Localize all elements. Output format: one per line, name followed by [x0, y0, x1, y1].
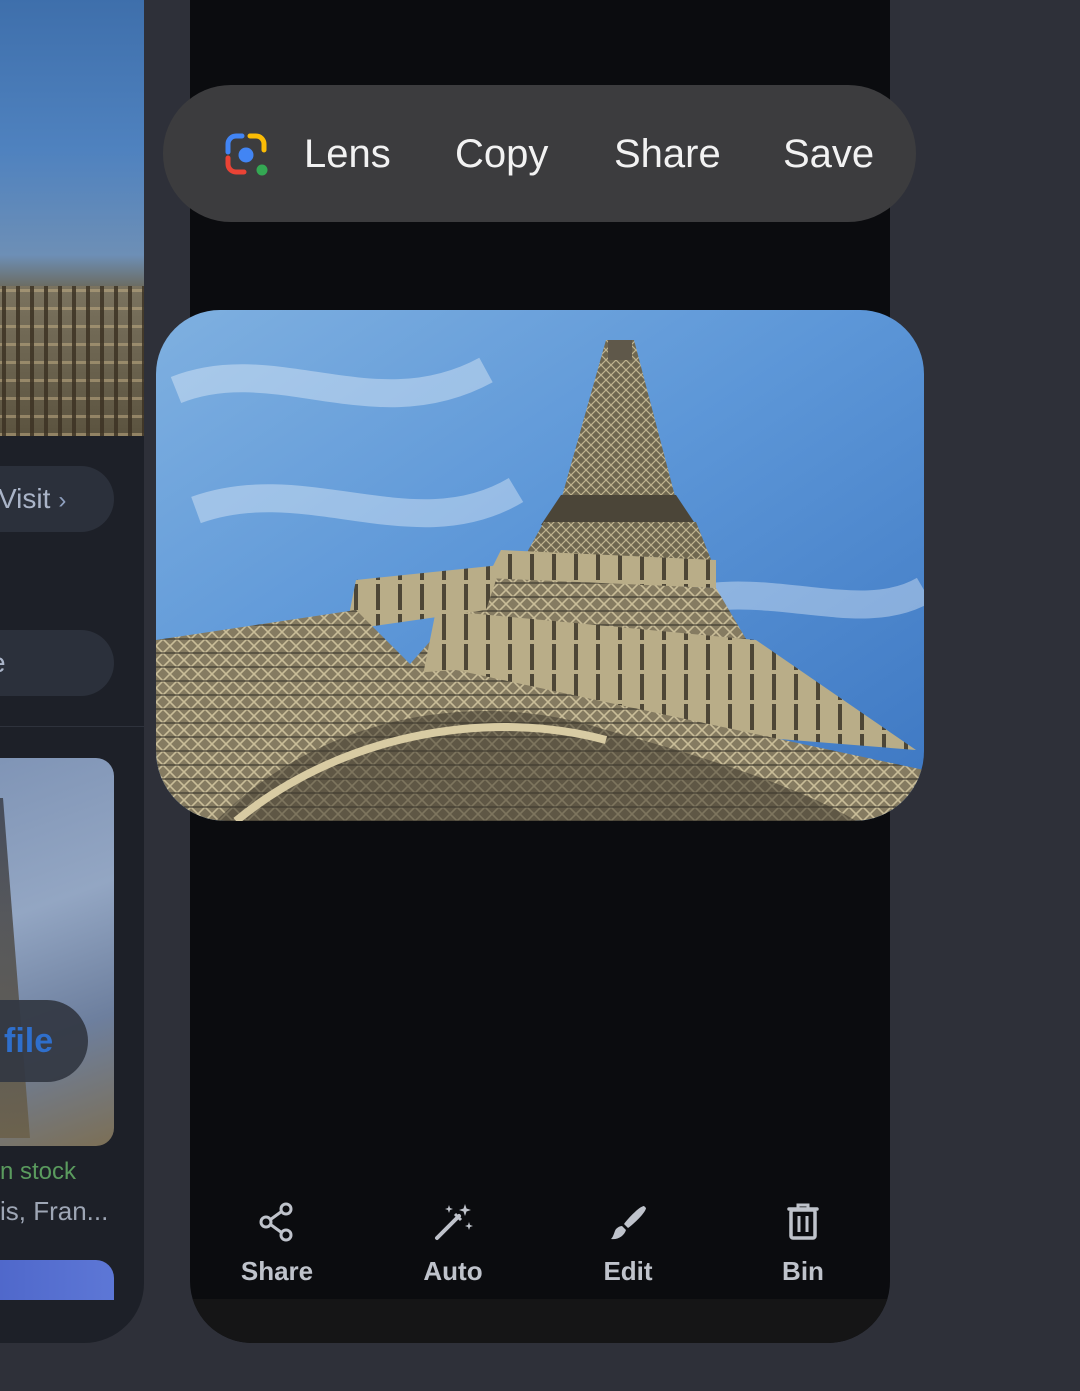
edit-label: Edit [603, 1256, 653, 1286]
trash-icon [787, 1203, 819, 1240]
screen: Visit › e file n stock is, Fran... Lens C… [0, 0, 1080, 1391]
background-tower-image [0, 0, 144, 436]
share-icon [259, 1202, 293, 1242]
background-tower-lattice [0, 286, 144, 436]
background-pill-label: e [0, 647, 6, 678]
bin-button[interactable]: Bin [723, 1200, 883, 1290]
copy-menu-item[interactable]: Copy [455, 128, 548, 180]
next-product-image[interactable] [0, 1260, 114, 1300]
visit-label: Visit [0, 483, 51, 514]
save-menu-item[interactable]: Save [783, 128, 874, 180]
visit-button[interactable]: Visit › [0, 466, 114, 532]
location-text: is, Fran... [0, 1196, 109, 1226]
bin-label: Bin [782, 1256, 824, 1286]
navigation-band [190, 1299, 890, 1343]
share-label: Share [240, 1256, 314, 1286]
edit-brush-icon [611, 1206, 646, 1240]
file-button[interactable]: file [0, 1000, 88, 1082]
background-pill-button[interactable]: e [0, 630, 114, 696]
product-image[interactable] [0, 758, 114, 1146]
stock-status: n stock [0, 1158, 77, 1185]
auto-enhance-button[interactable]: Auto [373, 1200, 533, 1290]
share-button[interactable]: Share [197, 1200, 357, 1290]
chevron-right-icon: › [58, 487, 67, 514]
divider [0, 726, 144, 727]
background-app-card[interactable]: Visit › e file n stock is, Fran... [0, 0, 144, 1343]
auto-label: Auto [423, 1256, 483, 1286]
file-button-label: file [4, 1022, 54, 1060]
lens-menu-item[interactable]: Lens [304, 128, 391, 180]
product-tower-shape [0, 798, 30, 1138]
eiffel-tower-photo[interactable] [156, 310, 924, 821]
edit-button[interactable]: Edit [548, 1200, 708, 1290]
share-menu-item[interactable]: Share [614, 128, 721, 180]
google-lens-icon[interactable] [220, 128, 272, 180]
auto-enhance-icon [435, 1204, 473, 1240]
eiffel-tower-illustration [156, 310, 924, 821]
